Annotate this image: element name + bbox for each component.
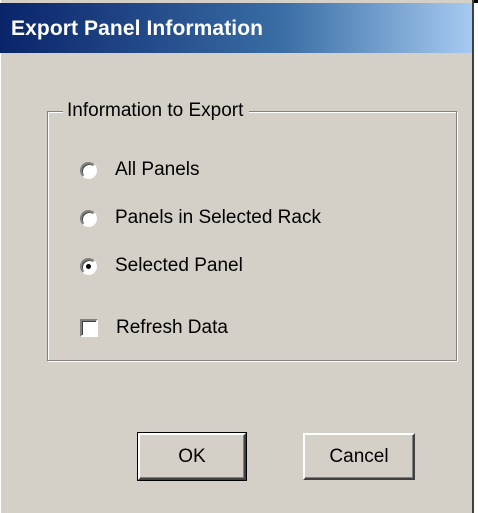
title-bar[interactable]: Export Panel Information	[0, 3, 472, 53]
radio-label: Selected Panel	[115, 255, 243, 276]
checkbox-icon[interactable]	[80, 319, 98, 337]
dialog-title: Export Panel Information	[11, 17, 264, 40]
ok-button[interactable]: OK	[137, 432, 247, 481]
radio-label: Panels in Selected Rack	[115, 207, 321, 228]
cancel-button[interactable]: Cancel	[303, 433, 415, 480]
checkbox-label: Refresh Data	[116, 317, 228, 338]
refresh-data-checkbox[interactable]: Refresh Data	[80, 317, 228, 339]
group-label: Information to Export	[63, 100, 250, 122]
radio-selected-panel[interactable]: Selected Panel	[80, 255, 243, 277]
radio-panels-in-selected-rack[interactable]: Panels in Selected Rack	[80, 207, 321, 229]
radio-label: All Panels	[115, 159, 200, 180]
radio-icon-selected[interactable]	[80, 257, 97, 275]
radio-icon[interactable]	[80, 209, 97, 227]
radio-all-panels[interactable]: All Panels	[80, 159, 200, 181]
radio-icon[interactable]	[80, 161, 97, 179]
